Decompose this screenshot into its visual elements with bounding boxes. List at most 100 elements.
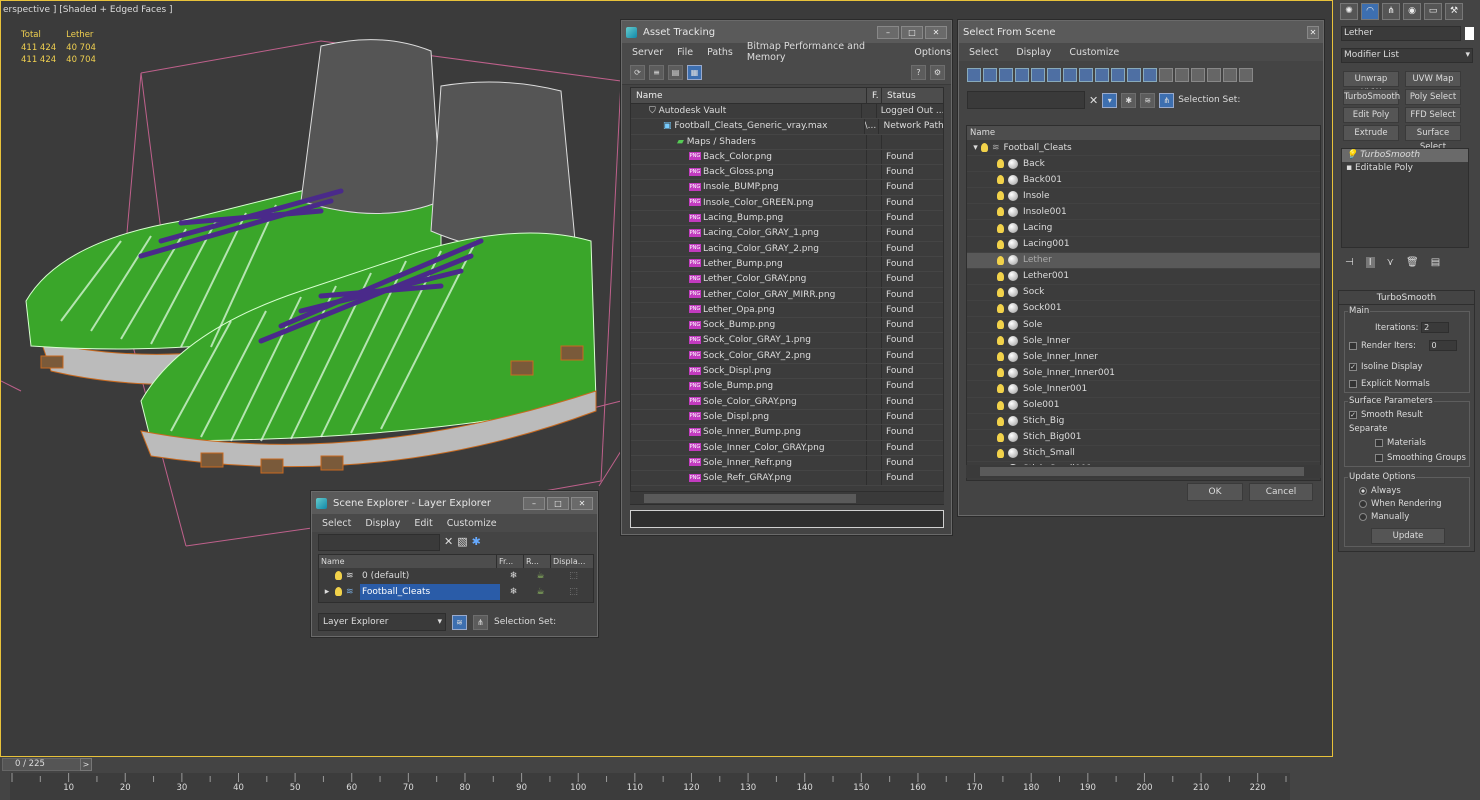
close-button[interactable]: ✕ bbox=[571, 496, 593, 510]
display-all-icon[interactable] bbox=[1159, 68, 1173, 82]
visibility-bulb-icon[interactable] bbox=[997, 239, 1004, 249]
display-tab-icon[interactable]: ▭ bbox=[1424, 3, 1442, 20]
column-render[interactable]: R... bbox=[524, 555, 551, 568]
object-color-swatch[interactable] bbox=[1465, 27, 1474, 40]
asset-row[interactable]: PNG Lether_Bump.png Found bbox=[631, 256, 943, 273]
object-name-input[interactable]: Lether bbox=[1341, 26, 1461, 41]
filter-icon[interactable]: ▧ bbox=[457, 535, 467, 548]
visibility-bulb-icon[interactable] bbox=[997, 287, 1004, 297]
time-slider[interactable]: 0 / 225 bbox=[2, 758, 92, 771]
asset-row[interactable]: PNG Sole_Inner_Color_GRAY.png Found bbox=[631, 440, 943, 456]
list-view-icon[interactable]: ≡ bbox=[649, 65, 664, 80]
visibility-bulb-icon[interactable] bbox=[997, 320, 1004, 330]
render-iters-spinner[interactable]: 0 bbox=[1428, 340, 1457, 351]
utilities-tab-icon[interactable]: ⚒ bbox=[1445, 3, 1463, 20]
asset-row[interactable]: PNG Sole_Displ.png Found bbox=[631, 409, 943, 426]
visibility-bulb-icon[interactable] bbox=[997, 352, 1004, 362]
object-row[interactable]: Back bbox=[967, 156, 1320, 173]
object-row[interactable]: Sole001 bbox=[967, 398, 1320, 414]
object-row[interactable]: Sock001 bbox=[967, 301, 1320, 318]
object-row[interactable]: Sole_Inner_Inner bbox=[967, 349, 1320, 366]
menu-server[interactable]: Server bbox=[632, 47, 663, 58]
visibility-bulb-icon[interactable] bbox=[997, 223, 1004, 233]
hierarchy-tab-icon[interactable]: ⋔ bbox=[1382, 3, 1400, 20]
asset-tracking-titlebar[interactable]: Asset Tracking – □ ✕ bbox=[622, 21, 951, 43]
refresh-icon[interactable]: ⟳ bbox=[630, 65, 645, 80]
object-row[interactable]: Lether bbox=[967, 252, 1320, 269]
timeline-track[interactable]: 10 20 30 40 50 60 70 80 90 100 110 120 130 140 150 160 1… bbox=[10, 773, 1290, 800]
lights-filter-icon[interactable] bbox=[999, 68, 1013, 82]
xrefs-filter-icon[interactable] bbox=[1079, 68, 1093, 82]
object-row[interactable]: Lether001 bbox=[967, 269, 1320, 285]
asset-row[interactable]: PNG Insole_BUMP.png Found bbox=[631, 180, 943, 196]
layer-row[interactable]: ▸ ≋ Football_Cleats ❄ ☕ ⬚ bbox=[319, 584, 593, 600]
visibility-bulb-icon[interactable] bbox=[997, 191, 1004, 201]
next-frame-button[interactable]: > bbox=[80, 758, 92, 771]
render-teapot-icon[interactable]: ☕ bbox=[527, 584, 554, 600]
render-teapot-icon[interactable]: ☕ bbox=[527, 568, 554, 584]
manually-radio[interactable] bbox=[1359, 512, 1367, 521]
bulb-icon[interactable]: 💡 bbox=[1346, 150, 1357, 160]
geometry-filter-icon[interactable] bbox=[967, 68, 981, 82]
show-end-result-icon[interactable]: I bbox=[1365, 257, 1375, 268]
object-row[interactable]: Sole bbox=[967, 317, 1320, 334]
menu-customize[interactable]: Customize bbox=[1069, 47, 1119, 58]
visibility-bulb-icon[interactable] bbox=[981, 143, 988, 153]
asset-row[interactable]: PNG Sole_Bump.png Found bbox=[631, 379, 943, 395]
scene-explorer-search-input[interactable] bbox=[318, 534, 440, 551]
visibility-bulb-icon[interactable] bbox=[335, 587, 342, 596]
bones-filter-icon[interactable] bbox=[1095, 68, 1109, 82]
menu-display[interactable]: Display bbox=[1016, 47, 1051, 58]
menu-edit[interactable]: Edit bbox=[414, 518, 432, 529]
iterations-spinner[interactable]: 2 bbox=[1421, 322, 1450, 333]
frozen-filter-icon[interactable] bbox=[1127, 68, 1141, 82]
object-row[interactable]: Lacing bbox=[967, 220, 1320, 237]
hierarchy-icon[interactable]: ⋔ bbox=[1159, 92, 1175, 108]
visibility-bulb-icon[interactable] bbox=[335, 571, 342, 580]
scene-explorer-titlebar[interactable]: Scene Explorer - Layer Explorer – □ ✕ bbox=[312, 492, 597, 514]
cameras-filter-icon[interactable] bbox=[1015, 68, 1029, 82]
object-row[interactable]: Back001 bbox=[967, 172, 1320, 189]
asset-row[interactable]: PNG Sole_Refr_GRAY.png Found bbox=[631, 471, 943, 487]
help-icon[interactable]: ? bbox=[911, 65, 926, 80]
shapes-filter-icon[interactable] bbox=[983, 68, 997, 82]
column-display[interactable]: Displa... bbox=[551, 555, 593, 568]
visibility-bulb-icon[interactable] bbox=[997, 432, 1004, 442]
edit-poly-button[interactable]: Edit Poly bbox=[1343, 107, 1399, 123]
asset-row[interactable]: PNG Sock_Bump.png Found bbox=[631, 318, 943, 334]
object-row[interactable]: Sock bbox=[967, 285, 1320, 301]
modifier-list-dropdown[interactable]: Modifier List ▾ bbox=[1341, 48, 1473, 63]
object-row[interactable]: Sole_Inner001 bbox=[967, 381, 1320, 398]
column-f[interactable]: F. bbox=[867, 88, 882, 103]
menu-customize[interactable]: Customize bbox=[447, 518, 497, 529]
layers-icon[interactable]: ≋ bbox=[452, 614, 467, 630]
render-iters-checkbox[interactable] bbox=[1349, 341, 1357, 350]
display-box-icon[interactable]: ⬚ bbox=[554, 568, 593, 584]
ffd-select-button[interactable]: FFD Select bbox=[1405, 107, 1461, 123]
modify-tab-icon[interactable]: ◠ bbox=[1361, 3, 1379, 20]
configure-sets-icon[interactable]: ▤ bbox=[1431, 257, 1440, 268]
options-icon[interactable]: ⚙ bbox=[930, 65, 945, 80]
object-row[interactable]: Sole_Inner_Inner001 bbox=[967, 365, 1320, 382]
layer-row[interactable]: ≋ 0 (default) ❄ ☕ ⬚ bbox=[319, 568, 593, 584]
extrude-button[interactable]: Extrude bbox=[1343, 125, 1399, 141]
column-name[interactable]: Name bbox=[967, 126, 1320, 140]
smoothing-groups-checkbox[interactable] bbox=[1375, 453, 1383, 462]
layers-icon[interactable]: ≋ bbox=[1140, 92, 1156, 108]
object-row[interactable]: Insole bbox=[967, 188, 1320, 205]
spacewarps-filter-icon[interactable] bbox=[1047, 68, 1061, 82]
uvw-map-button[interactable]: UVW Map bbox=[1405, 71, 1461, 87]
asset-row[interactable]: PNG Sock_Color_GRAY_1.png Found bbox=[631, 333, 943, 349]
clear-search-icon[interactable]: ✕ bbox=[1089, 94, 1098, 107]
asset-horizontal-scrollbar[interactable] bbox=[630, 491, 944, 504]
menu-select[interactable]: Select bbox=[969, 47, 998, 58]
asset-row[interactable]: PNG Insole_Color_GREEN.png Found bbox=[631, 195, 943, 212]
asset-row[interactable]: ⛉ Autodesk Vault Logged Out ... bbox=[631, 104, 943, 120]
select-search-input[interactable] bbox=[967, 91, 1085, 109]
object-row[interactable]: Stich_Big bbox=[967, 414, 1320, 430]
column-name[interactable]: Name bbox=[319, 555, 497, 568]
asset-row[interactable]: PNG Sock_Color_GRAY_2.png Found bbox=[631, 348, 943, 365]
menu-paths[interactable]: Paths bbox=[707, 47, 733, 58]
visibility-bulb-icon[interactable] bbox=[997, 416, 1004, 426]
column-name[interactable]: Name bbox=[631, 88, 867, 103]
